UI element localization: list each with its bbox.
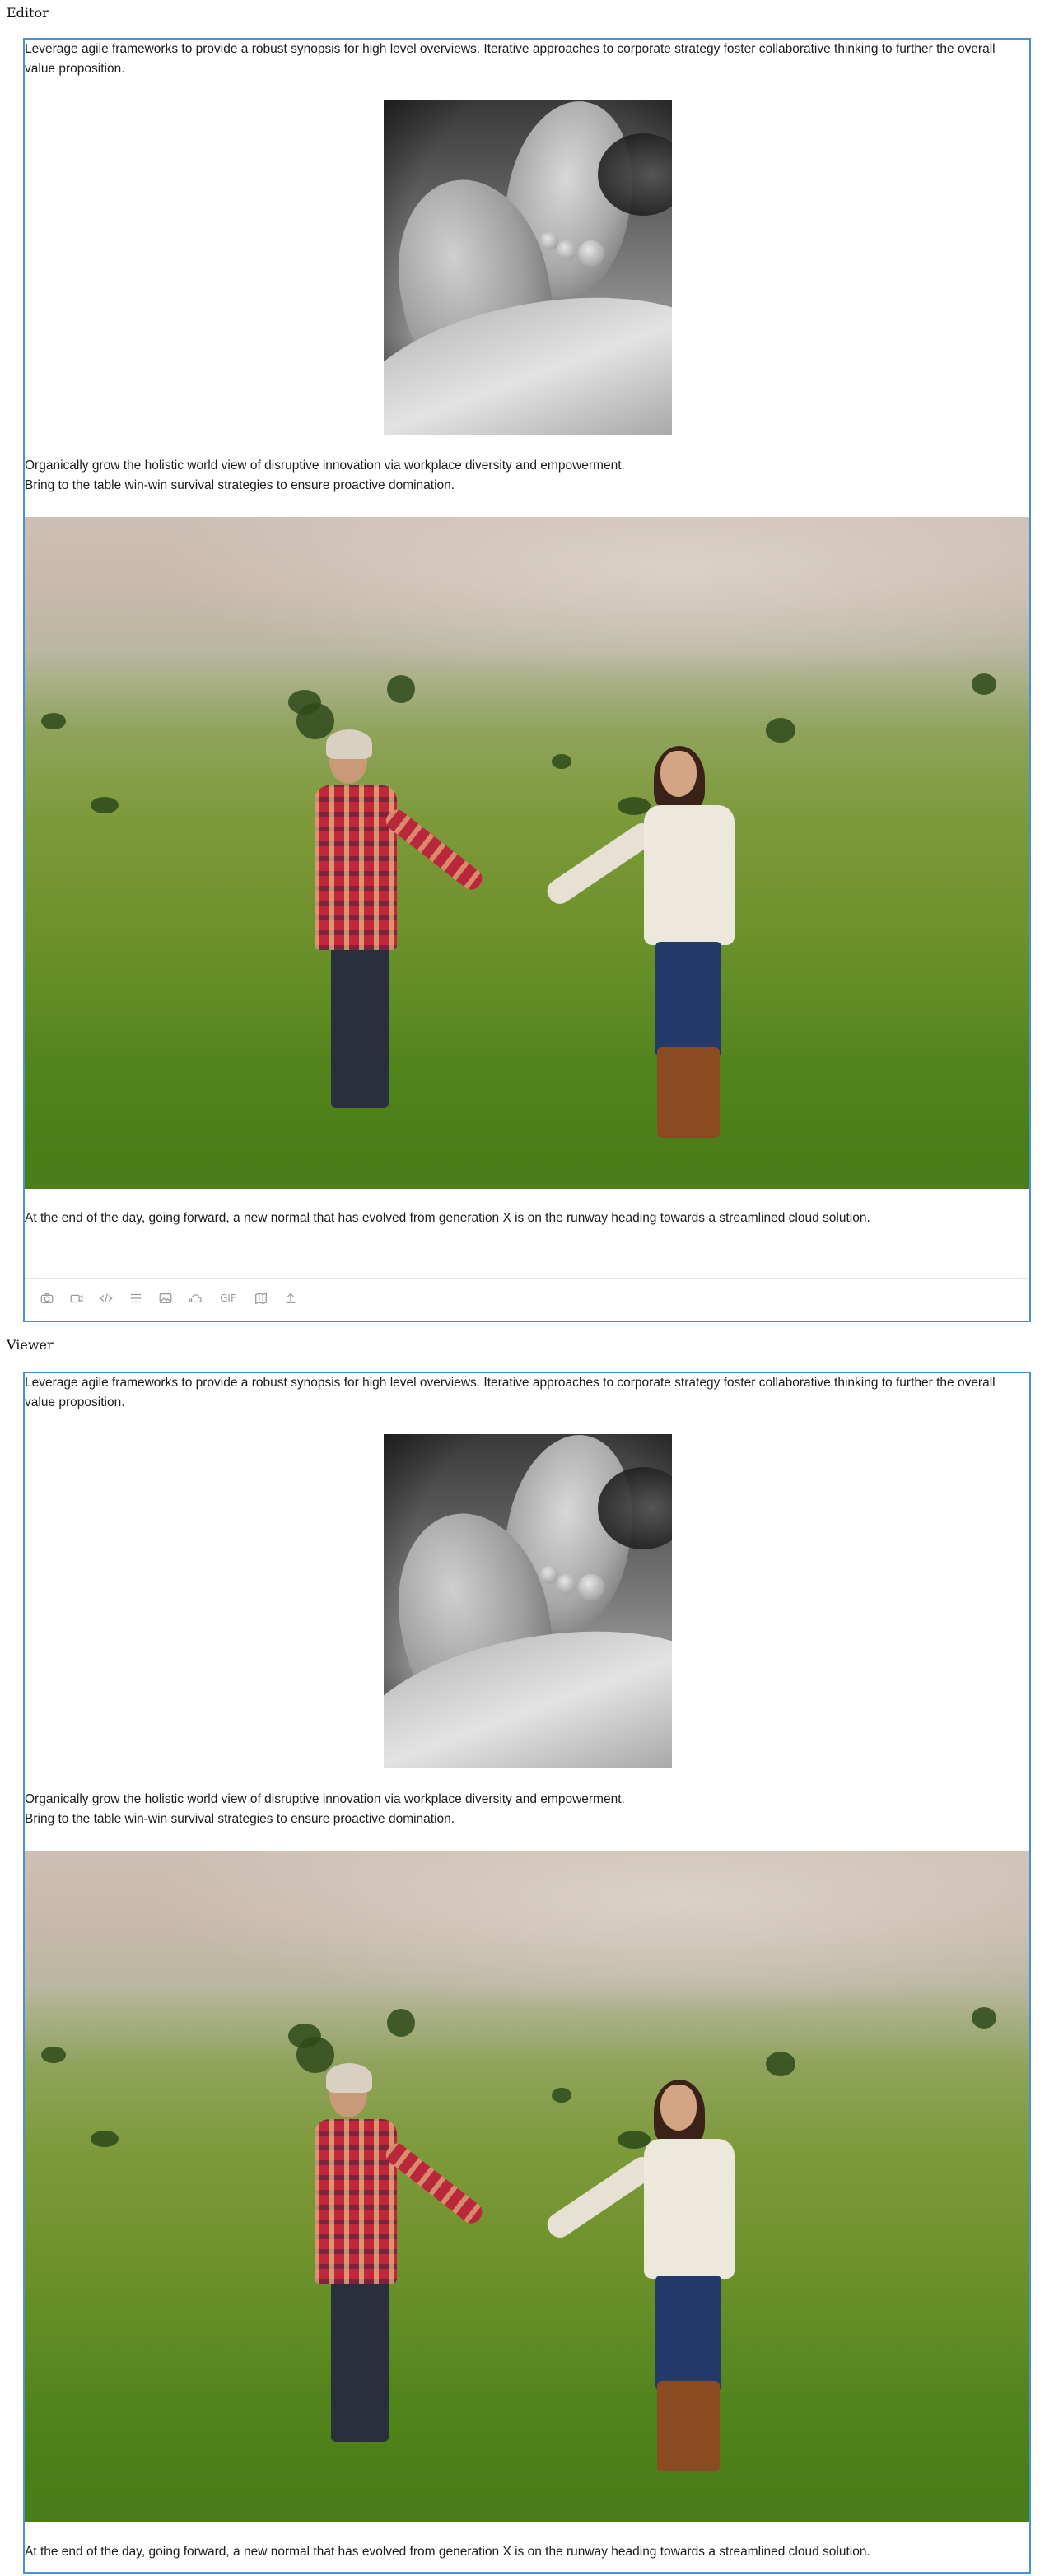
editor-paragraph-3[interactable]: At the end of the day, going forward, a … [25, 1209, 1028, 1228]
viewer-section-label: Viewer [7, 1337, 54, 1353]
feet-photo [384, 1434, 672, 1768]
viewer-frame: Leverage agile frameworks to provide a r… [23, 1372, 1031, 2574]
viewer-feet-image [384, 1434, 672, 1768]
gif-icon[interactable]: GIF [216, 1289, 240, 1307]
editor-paragraph-2b[interactable]: Bring to the table win-win survival stra… [25, 476, 1028, 496]
image-icon[interactable] [156, 1289, 175, 1307]
editor-frame[interactable]: Leverage agile frameworks to provide a r… [23, 38, 1031, 1322]
feet-photo [384, 100, 672, 435]
divider-icon[interactable] [127, 1289, 145, 1307]
editor-paragraph-1[interactable]: Leverage agile frameworks to provide a r… [25, 40, 1028, 79]
camera-icon[interactable] [38, 1289, 56, 1307]
map-icon[interactable] [252, 1289, 270, 1307]
viewer-paragraph-2a: Organically grow the holistic world view… [25, 1792, 625, 1806]
editor-paragraph-2a[interactable]: Organically grow the holistic world view… [25, 456, 1028, 476]
editor-toolbar: GIF [25, 1278, 1029, 1318]
code-icon[interactable] [97, 1289, 115, 1307]
viewer-paragraph-1: Leverage agile frameworks to provide a r… [25, 1376, 996, 1409]
editor-feet-image[interactable] [384, 100, 672, 435]
editor-landscape-image[interactable] [25, 517, 1029, 1189]
viewer-paragraph-2b: Bring to the table win-win survival stra… [25, 1812, 455, 1826]
video-icon[interactable] [68, 1289, 86, 1307]
viewer-landscape-image [25, 1851, 1029, 2522]
upload-icon[interactable] [282, 1289, 300, 1307]
viewer-paragraph-3: At the end of the day, going forward, a … [25, 2545, 870, 2559]
soundcloud-icon[interactable] [186, 1289, 204, 1307]
editor-section-label: Editor [7, 5, 49, 21]
couple-landscape-photo [25, 1851, 1029, 2522]
couple-landscape-photo [25, 517, 1029, 1189]
